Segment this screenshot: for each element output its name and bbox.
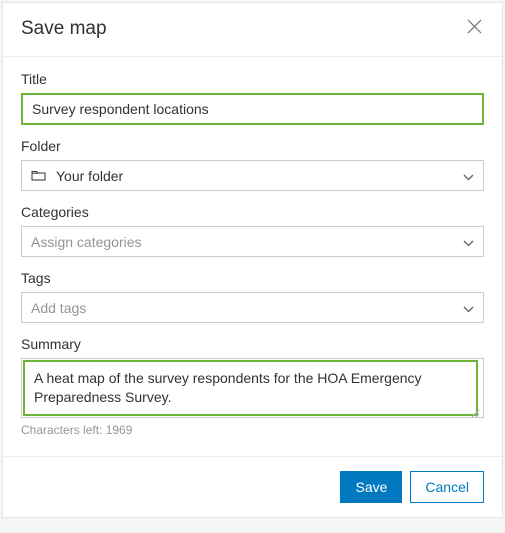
summary-label: Summary (21, 336, 484, 352)
dialog-header: Save map (3, 3, 502, 57)
folder-selected-value: Your folder (56, 168, 123, 184)
dialog-footer: Save Cancel (3, 456, 502, 517)
close-icon (467, 19, 482, 39)
tags-placeholder: Add tags (31, 300, 86, 316)
categories-select[interactable]: Assign categories (21, 226, 484, 257)
summary-value: A heat map of the survey respondents for… (23, 360, 478, 416)
save-map-dialog: Save map Title Folder (2, 2, 503, 518)
tags-field-group: Tags Add tags (21, 270, 484, 323)
dialog-body: Title Folder Your folder (3, 57, 502, 456)
title-field-group: Title (21, 71, 484, 125)
chevron-down-icon (463, 300, 474, 316)
title-label: Title (21, 71, 484, 87)
save-button[interactable]: Save (340, 471, 402, 503)
categories-placeholder: Assign categories (31, 234, 142, 250)
close-button[interactable] (464, 19, 484, 39)
title-input[interactable] (21, 93, 484, 125)
folder-label: Folder (21, 138, 484, 154)
tags-label: Tags (21, 270, 484, 286)
categories-field-group: Categories Assign categories (21, 204, 484, 257)
resize-handle-icon[interactable] (471, 405, 480, 414)
dialog-title: Save map (21, 18, 107, 40)
categories-label: Categories (21, 204, 484, 220)
summary-textarea[interactable]: A heat map of the survey respondents for… (21, 358, 484, 418)
chevron-down-icon (463, 168, 474, 184)
folder-select-left: Your folder (31, 168, 123, 184)
characters-left: Characters left: 1969 (21, 423, 484, 437)
summary-field-group: Summary A heat map of the survey respond… (21, 336, 484, 437)
tags-select[interactable]: Add tags (21, 292, 484, 323)
chevron-down-icon (463, 234, 474, 250)
folder-icon (31, 168, 46, 184)
folder-field-group: Folder Your folder (21, 138, 484, 191)
folder-select[interactable]: Your folder (21, 160, 484, 191)
cancel-button[interactable]: Cancel (410, 471, 484, 503)
